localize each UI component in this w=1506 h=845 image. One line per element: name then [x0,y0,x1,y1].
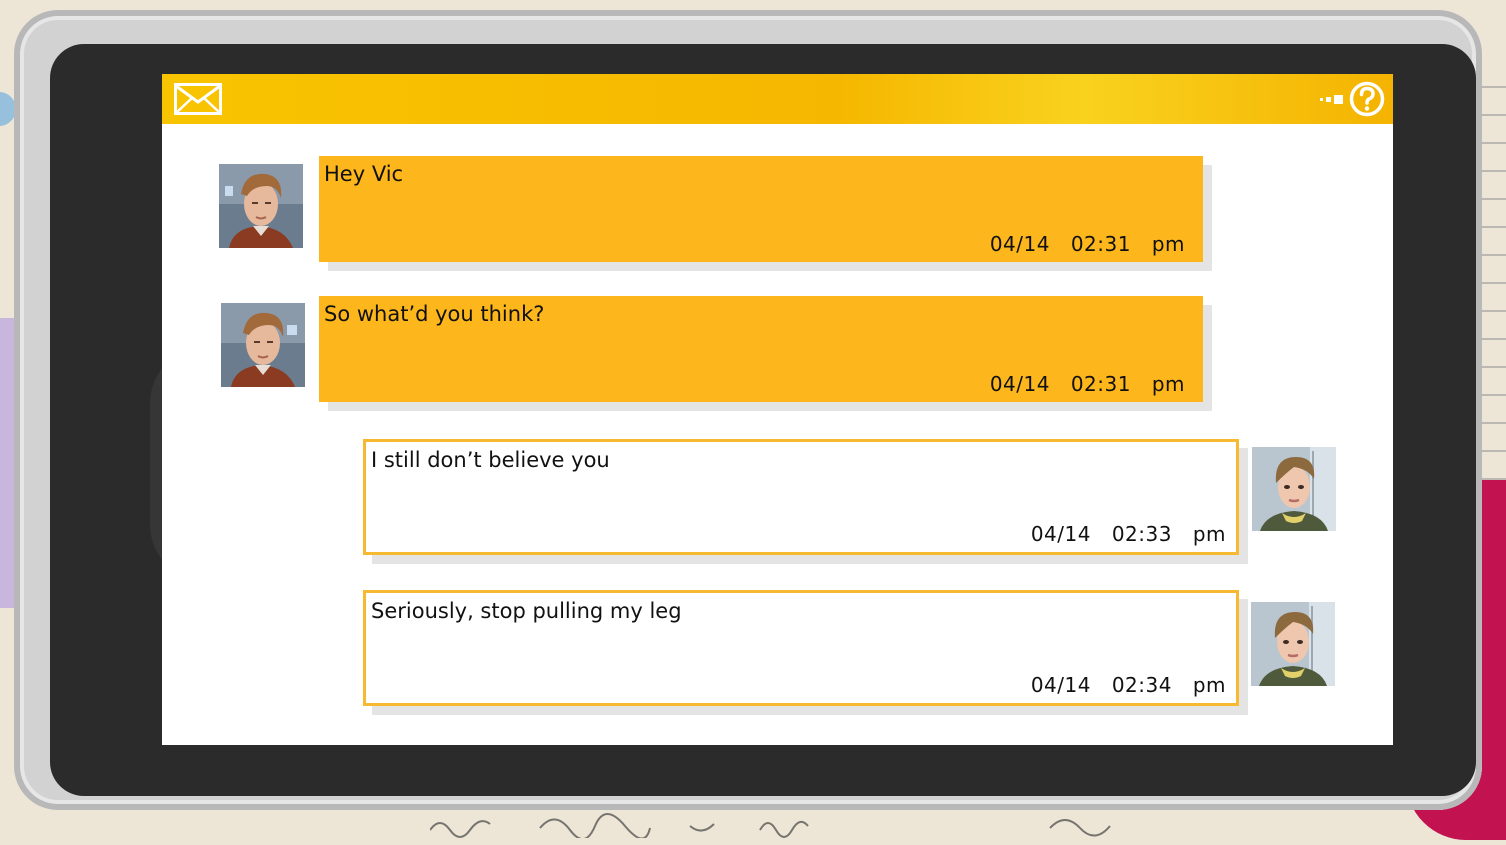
mail-icon[interactable] [174,83,222,115]
messages-screen: Hey Vic 04/14 02:31 pm So what’d you thi… [162,74,1393,745]
message-bubble-incoming: So what’d you think? 04/14 02:31 pm [319,296,1203,402]
signal-icon [1320,94,1343,104]
help-icon[interactable] [1349,81,1385,117]
message-text: So what’d you think? [324,302,545,326]
message-timestamp: 04/14 02:34 pm [1030,673,1226,697]
user-avatar [1251,602,1335,686]
message-bubble-incoming: Hey Vic 04/14 02:31 pm [319,156,1203,262]
message-bubble-outgoing: I still don’t believe you 04/14 02:33 pm [363,439,1239,555]
desk-decoration [1478,60,1506,480]
message-text: I still don’t believe you [371,448,610,472]
message-bubble-outgoing: Seriously, stop pulling my leg 04/14 02:… [363,590,1239,706]
message-timestamp: 04/14 02:31 pm [989,372,1185,396]
desk-scribble [429,808,1130,840]
contact-avatar [219,164,303,248]
header-actions [1320,79,1385,119]
contact-avatar [221,303,305,387]
message-text: Seriously, stop pulling my leg [371,599,682,623]
user-avatar [1252,447,1336,531]
message-text: Hey Vic [324,162,404,186]
message-timestamp: 04/14 02:33 pm [1030,522,1226,546]
message-timestamp: 04/14 02:31 pm [989,232,1185,256]
app-titlebar [162,74,1393,124]
